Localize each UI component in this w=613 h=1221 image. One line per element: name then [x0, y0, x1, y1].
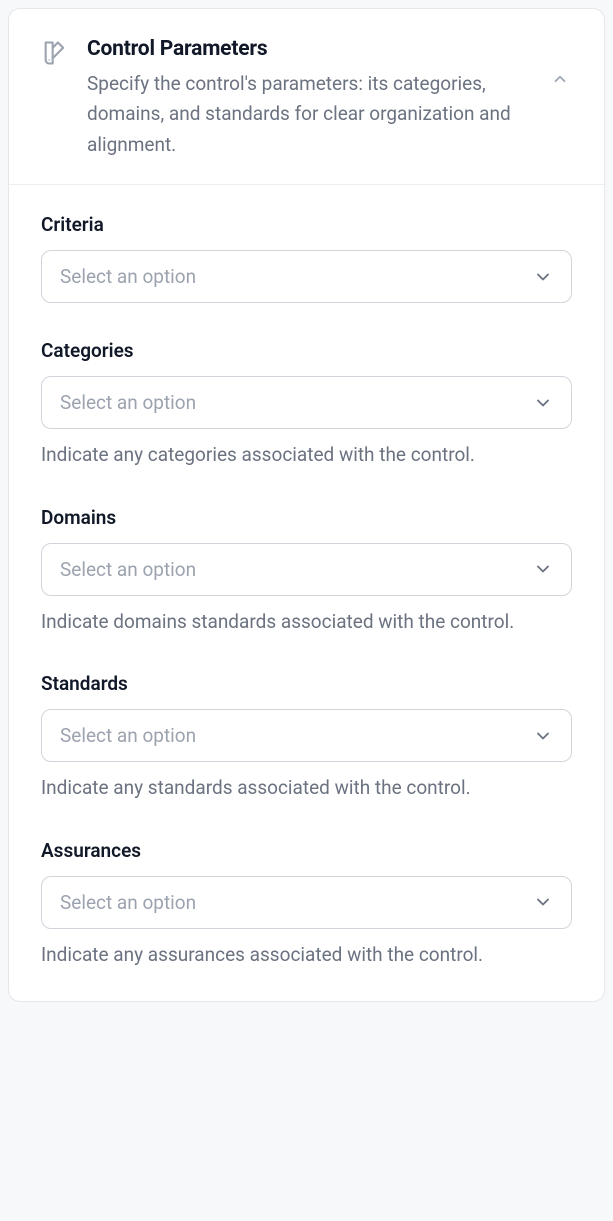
chevron-down-icon [533, 726, 553, 746]
field-categories: Categories Select an option Indicate any… [41, 339, 572, 470]
assurances-select[interactable]: Select an option [41, 876, 572, 929]
card-title: Control Parameters [87, 37, 530, 61]
domains-select[interactable]: Select an option [41, 543, 572, 596]
categories-placeholder: Select an option [60, 391, 196, 414]
chevron-down-icon [533, 892, 553, 912]
categories-label: Categories [41, 339, 572, 362]
field-domains: Domains Select an option Indicate domain… [41, 506, 572, 637]
field-criteria: Criteria Select an option [41, 213, 572, 303]
standards-select[interactable]: Select an option [41, 709, 572, 762]
card-body: Criteria Select an option Categories Sel… [9, 185, 604, 1001]
chevron-up-icon [551, 70, 569, 88]
card-header: Control Parameters Specify the control's… [9, 9, 604, 185]
domains-placeholder: Select an option [60, 558, 196, 581]
control-parameters-card: Control Parameters Specify the control's… [8, 8, 605, 1002]
header-text: Control Parameters Specify the control's… [87, 37, 530, 160]
collapse-toggle[interactable] [548, 67, 572, 91]
domains-hint: Indicate domains standards associated wi… [41, 608, 572, 637]
assurances-hint: Indicate any assurances associated with … [41, 941, 572, 970]
swatch-icon [41, 39, 69, 67]
chevron-down-icon [533, 393, 553, 413]
standards-placeholder: Select an option [60, 724, 196, 747]
chevron-down-icon [533, 559, 553, 579]
card-description: Specify the control's parameters: its ca… [87, 69, 530, 160]
standards-hint: Indicate any standards associated with t… [41, 774, 572, 803]
criteria-select[interactable]: Select an option [41, 250, 572, 303]
field-assurances: Assurances Select an option Indicate any… [41, 839, 572, 970]
chevron-down-icon [533, 267, 553, 287]
categories-hint: Indicate any categories associated with … [41, 441, 572, 470]
categories-select[interactable]: Select an option [41, 376, 572, 429]
assurances-placeholder: Select an option [60, 891, 196, 914]
field-standards: Standards Select an option Indicate any … [41, 672, 572, 803]
domains-label: Domains [41, 506, 572, 529]
standards-label: Standards [41, 672, 572, 695]
criteria-label: Criteria [41, 213, 572, 236]
assurances-label: Assurances [41, 839, 572, 862]
criteria-placeholder: Select an option [60, 265, 196, 288]
